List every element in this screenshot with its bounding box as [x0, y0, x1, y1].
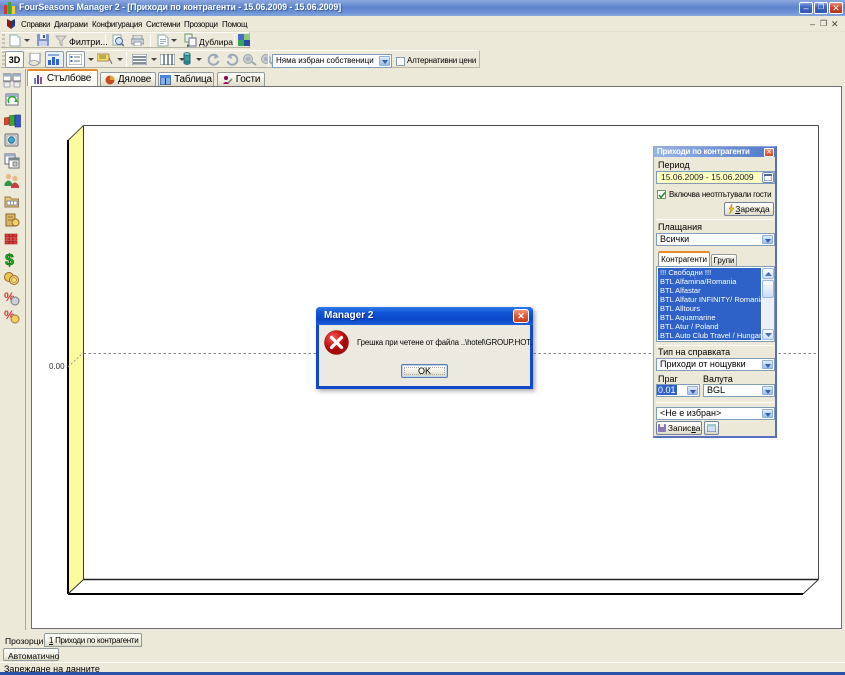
svg-text:0.00: 0.00 — [49, 362, 65, 371]
svg-text:$: $ — [5, 252, 14, 267]
